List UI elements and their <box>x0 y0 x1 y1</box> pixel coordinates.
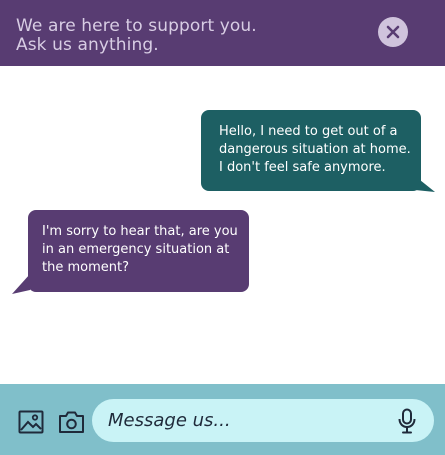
support-message-bubble: I'm sorry to hear that, are you in an em… <box>28 210 249 292</box>
gallery-button[interactable] <box>18 410 44 434</box>
header-title: We are here to support you. Ask us anyth… <box>16 16 257 55</box>
user-bubble-tail <box>415 176 435 192</box>
chat-header: We are here to support you. Ask us anyth… <box>0 0 445 66</box>
message-input[interactable]: Message us... <box>92 399 434 442</box>
camera-button[interactable] <box>58 410 85 434</box>
support-message-text: I'm sorry to hear that, are you in an em… <box>42 224 238 275</box>
microphone-button[interactable] <box>398 408 416 434</box>
image-icon <box>18 410 44 434</box>
camera-icon <box>59 411 84 433</box>
user-message-bubble: Hello, I need to get out of a dangerous … <box>201 110 421 191</box>
support-bubble-tail <box>12 274 30 294</box>
microphone-icon <box>398 408 416 434</box>
user-message-text: Hello, I need to get out of a dangerous … <box>219 124 411 175</box>
message-placeholder: Message us... <box>108 410 231 431</box>
close-icon <box>386 25 400 39</box>
close-button[interactable] <box>378 17 408 47</box>
